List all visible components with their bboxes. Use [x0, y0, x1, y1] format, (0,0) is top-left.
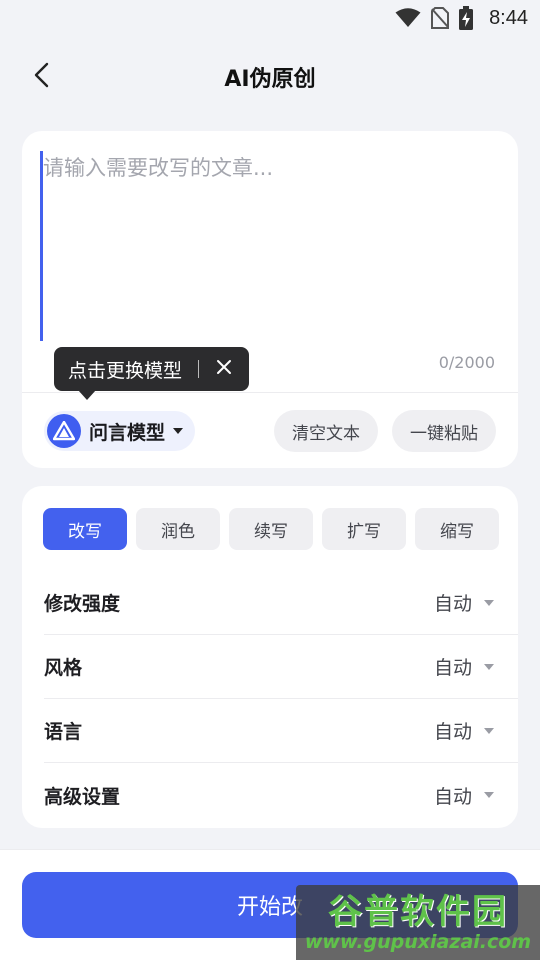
model-logo-icon: [47, 414, 81, 448]
option-label: 语言: [44, 721, 83, 743]
page-title: AI伪原创: [224, 67, 316, 92]
option-value-wrap: 自动: [434, 782, 494, 809]
battery-charging-icon: [459, 6, 474, 30]
option-value: 自动: [433, 721, 472, 743]
option-row-style[interactable]: 风格 自动: [44, 635, 518, 699]
header: AI伪原创: [0, 48, 540, 106]
option-row-strength[interactable]: 修改强度 自动: [44, 571, 518, 635]
caret-down-icon: [484, 727, 494, 734]
option-value-wrap: 自动: [434, 653, 494, 680]
divider: [22, 392, 518, 393]
tab-continue[interactable]: 续写: [229, 508, 313, 550]
caret-down-icon: [173, 428, 184, 434]
option-value: 自动: [433, 657, 472, 679]
tooltip-text: 点击更换模型: [68, 359, 183, 382]
option-value: 自动: [433, 593, 472, 615]
options-card: 改写 润色 续写 扩写 缩写 修改强度 自动 风格 自动 语言 自动 高级设置 …: [22, 486, 518, 828]
wifi-icon: [395, 8, 421, 28]
watermark-title: 谷普软件园: [328, 891, 508, 932]
clear-text-button[interactable]: 清空文本: [274, 410, 378, 452]
watermark: 谷普软件园 www.gupuxiazai.com: [296, 885, 540, 960]
watermark-url: www.gupuxiazai.com: [304, 930, 532, 953]
input-card: 0/2000 点击更换模型 问言模型 清空文本 一键粘贴: [22, 131, 518, 468]
model-tooltip: 点击更换模型: [54, 347, 250, 400]
tab-rewrite[interactable]: 改写: [43, 508, 127, 550]
mode-tabs: 改写 润色 续写 扩写 缩写: [43, 508, 499, 550]
option-row-language[interactable]: 语言 自动: [44, 699, 518, 763]
tooltip-separator: [198, 360, 200, 378]
model-selector[interactable]: 问言模型: [44, 411, 196, 451]
option-value: 自动: [433, 785, 472, 808]
caret-down-icon: [484, 663, 494, 670]
option-label: 修改强度: [44, 593, 121, 615]
tab-polish[interactable]: 润色: [136, 508, 220, 550]
status-time: 8:44: [489, 6, 528, 29]
option-label: 高级设置: [44, 785, 121, 808]
option-label: 风格: [44, 657, 83, 679]
article-input[interactable]: [40, 151, 500, 341]
back-arrow-icon: [33, 62, 49, 92]
option-value-wrap: 自动: [434, 717, 494, 744]
tab-expand[interactable]: 扩写: [322, 508, 406, 550]
status-bar: 8:44: [0, 0, 540, 36]
close-icon: [216, 358, 232, 380]
option-value-wrap: 自动: [434, 589, 494, 616]
caret-down-icon: [484, 792, 494, 798]
model-name: 问言模型: [89, 421, 166, 444]
caret-down-icon: [484, 599, 494, 606]
char-count: 0/2000: [438, 353, 495, 372]
paste-button[interactable]: 一键粘贴: [392, 410, 496, 452]
tab-abbreviate[interactable]: 缩写: [415, 508, 499, 550]
no-sim-icon: [431, 7, 450, 29]
back-button[interactable]: [26, 62, 56, 92]
tooltip-close-button[interactable]: [213, 358, 235, 380]
option-row-advanced[interactable]: 高级设置 自动: [44, 763, 518, 827]
